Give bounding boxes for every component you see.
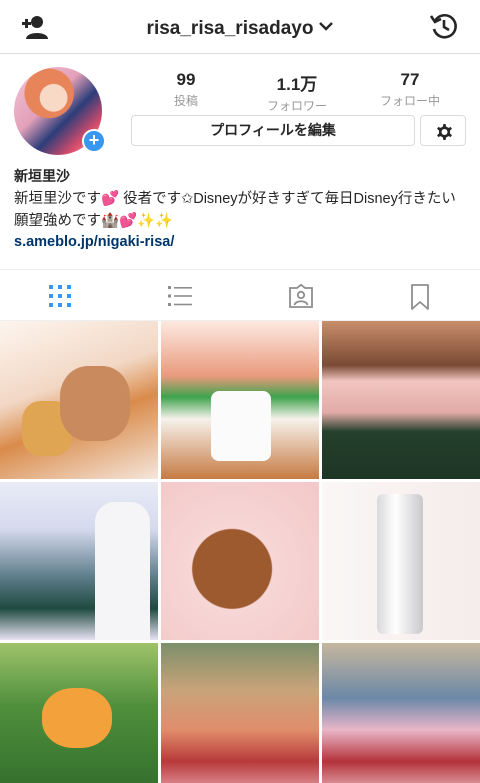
tab-grid[interactable] bbox=[0, 270, 120, 320]
grid-photo[interactable] bbox=[322, 482, 480, 640]
username-switcher[interactable]: risa_risa_risadayo bbox=[0, 15, 480, 40]
profile-name: 新垣里沙 bbox=[14, 168, 70, 184]
following-count-value: 77 bbox=[400, 70, 420, 89]
followers-count[interactable]: 1.1万 フォロワー bbox=[247, 70, 347, 114]
following-count[interactable]: 77 フォロー中 bbox=[360, 70, 460, 109]
view-tabs bbox=[0, 269, 480, 321]
settings-button[interactable] bbox=[420, 115, 466, 146]
grid-photo[interactable] bbox=[0, 482, 158, 640]
gear-icon bbox=[437, 124, 452, 140]
edit-profile-button[interactable]: プロフィールを編集 bbox=[131, 115, 415, 146]
profile-header: + 99 投稿 1.1万 フォロワー 77 フォロー中 プロフィールを編集 新垣… bbox=[0, 54, 480, 266]
chevron-down-icon bbox=[319, 15, 334, 37]
grid-photo[interactable] bbox=[322, 643, 480, 783]
grid-view-icon bbox=[49, 285, 71, 307]
grid-photo[interactable] bbox=[0, 643, 158, 783]
following-count-label: フォロー中 bbox=[379, 94, 440, 108]
grid-photo[interactable] bbox=[161, 482, 319, 640]
history-icon[interactable] bbox=[430, 12, 458, 40]
photo-grid bbox=[0, 321, 480, 783]
followers-count-value: 1.1万 bbox=[276, 75, 318, 94]
profile-link[interactable]: s.ameblo.jp/nigaki-risa/ bbox=[14, 234, 174, 250]
posts-count[interactable]: 99 投稿 bbox=[136, 70, 236, 109]
profile-bio: 新垣里沙です💕 役者です✩Disneyが好きすぎて毎日Disney行きたい願望強… bbox=[14, 191, 456, 229]
grid-photo[interactable] bbox=[322, 321, 480, 479]
posts-count-label: 投稿 bbox=[173, 94, 198, 108]
saved-icon bbox=[411, 284, 429, 310]
top-bar: risa_risa_risadayo bbox=[0, 0, 480, 54]
username-label: risa_risa_risadayo bbox=[146, 18, 314, 39]
tab-list[interactable] bbox=[120, 270, 240, 320]
grid-photo[interactable] bbox=[161, 321, 319, 479]
followers-count-label: フォロワー bbox=[266, 99, 327, 113]
list-view-icon bbox=[168, 286, 192, 306]
tab-saved[interactable] bbox=[360, 270, 480, 320]
tagged-photos-icon bbox=[289, 284, 313, 308]
add-story-icon[interactable]: + bbox=[82, 129, 106, 153]
posts-count-value: 99 bbox=[176, 70, 196, 89]
grid-photo[interactable] bbox=[161, 643, 319, 783]
grid-photo[interactable] bbox=[0, 321, 158, 479]
tab-tagged[interactable] bbox=[240, 270, 360, 320]
